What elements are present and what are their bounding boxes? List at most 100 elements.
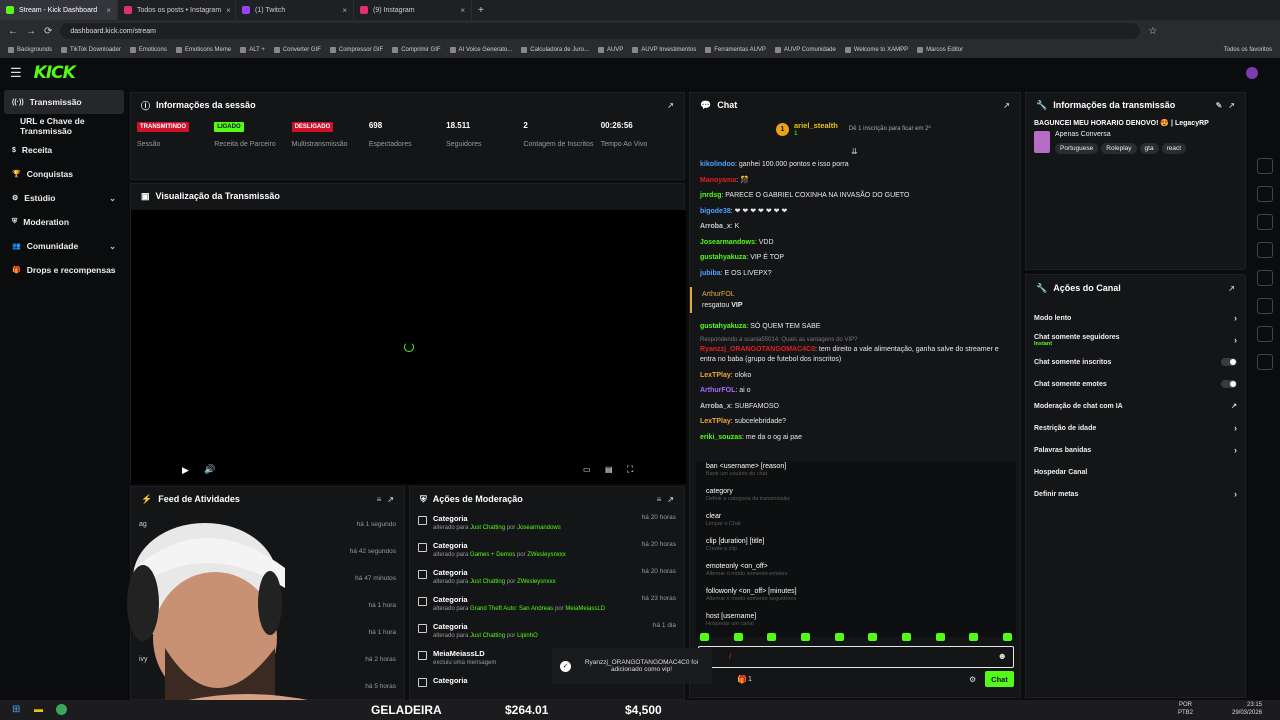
sidebar-item[interactable]: URL e Chave de Transmissão <box>0 114 128 138</box>
emote-icon[interactable] <box>868 633 878 641</box>
chat-username[interactable]: gustahyakuza <box>700 323 746 330</box>
chat-username[interactable]: LexTPlay <box>700 372 731 379</box>
chat-username[interactable]: bigode38 <box>700 208 731 215</box>
keyboard-layout[interactable]: POR PTB2 <box>1178 701 1193 717</box>
browser-tab[interactable]: Todos os posts • Instagram × <box>118 0 236 20</box>
chat-username[interactable]: Arroba_x <box>700 403 731 410</box>
chat-username[interactable]: jnrdsg <box>700 192 721 199</box>
chat-username[interactable]: kikolindoo <box>700 161 735 168</box>
chat-username[interactable]: ArthurFOL <box>700 387 735 394</box>
command-suggestion[interactable]: followonly <on_off> [minutes] Alternar o … <box>696 586 1016 611</box>
sidebar-item[interactable]: $ Receita <box>0 138 128 162</box>
bookmark-item[interactable]: Emoticons <box>129 47 167 53</box>
command-suggestion[interactable]: category Definir a categoria da transmiss… <box>696 486 1016 511</box>
sidebar-item[interactable]: 🏆 Conquistas <box>0 162 128 186</box>
emote-icon[interactable] <box>767 633 777 641</box>
chevron-down-icon[interactable]: ⌄ <box>109 194 116 203</box>
star-icon[interactable]: ☆ <box>1148 26 1157 37</box>
bolt-icon[interactable] <box>1257 186 1273 202</box>
bookmark-item[interactable]: Compressor GIF <box>329 47 383 53</box>
browser-tab[interactable]: Stream - Kick Dashboard × <box>0 0 118 20</box>
bookmark-item[interactable]: Backgrounds <box>8 47 52 53</box>
stream-tag[interactable]: react <box>1161 143 1187 154</box>
external-link-icon[interactable]: ↗ <box>387 495 394 504</box>
chrome-icon[interactable] <box>56 704 67 715</box>
bookmark-item[interactable]: Marcos Editor <box>917 47 963 53</box>
theater-icon[interactable]: ▤ <box>605 465 613 474</box>
chevron-down-icon[interactable]: ⌄ <box>109 242 116 251</box>
emote-icon[interactable] <box>834 633 844 641</box>
channel-action-item[interactable]: Palavras banidas › <box>1026 439 1245 461</box>
chat-username[interactable]: Arroba_x <box>700 223 731 230</box>
chevron-right-icon[interactable]: › <box>1234 335 1237 345</box>
scroll-down-icon[interactable]: ⇊ <box>851 147 858 156</box>
category-name[interactable]: Apenas Conversa <box>1055 131 1189 138</box>
stream-tag[interactable]: Roleplay <box>1101 143 1137 154</box>
url-input[interactable]: dashboard.kick.com/stream <box>60 23 1141 39</box>
channel-action-item[interactable]: Modo lento › <box>1026 307 1245 329</box>
emote-icon[interactable] <box>1002 633 1012 641</box>
external-link-icon[interactable]: ↗ <box>1231 402 1237 410</box>
target-icon[interactable] <box>1257 158 1273 174</box>
pinned-user[interactable]: ariel_stealth <box>794 121 838 130</box>
chat-username[interactable]: Ryanzzj_ORANGOTANGOMAC4C0 <box>700 346 815 353</box>
chat-input[interactable]: / ☻ <box>698 646 1014 668</box>
sidebar-item[interactable]: 👥 Comunidade ⌄ <box>0 234 128 258</box>
chat-username[interactable]: jubiba <box>700 270 721 277</box>
bookmark-item[interactable]: Welcome to XAMPP <box>844 47 908 53</box>
channel-action-item[interactable]: Chat somente inscritos <box>1026 351 1245 373</box>
kick-logo[interactable]: KICK <box>34 63 76 83</box>
file-icon[interactable] <box>1257 214 1273 230</box>
edit-icon[interactable]: ✎ <box>1216 101 1223 110</box>
browser-tab[interactable]: (9) Instagram × <box>354 0 472 20</box>
avatar[interactable] <box>1246 67 1258 79</box>
command-suggestion[interactable]: clip [duration] [title] Create a clip <box>696 536 1016 561</box>
bookmark-item[interactable]: AUVP <box>597 47 623 53</box>
sidebar-item[interactable]: ⚙ Estúdio ⌄ <box>0 186 128 210</box>
volume-icon[interactable]: 🔊 <box>204 464 215 475</box>
chat-username[interactable]: gustahyakuza <box>700 254 746 261</box>
fullscreen-icon[interactable]: ⛶ <box>627 464 633 475</box>
settings-icon[interactable]: ⚙ <box>969 675 976 684</box>
emote-icon[interactable] <box>800 633 810 641</box>
chat-username[interactable]: Josearmandows <box>700 239 755 246</box>
channel-action-item[interactable]: Hospedar Canal <box>1026 461 1245 483</box>
close-icon[interactable]: × <box>342 6 347 15</box>
command-suggestion[interactable]: emoteonly <on_off> Alternar o modo soment… <box>696 561 1016 586</box>
bookmark-item[interactable]: Ferramentas AUVP <box>705 47 766 53</box>
external-link-icon[interactable]: ↗ <box>1003 101 1010 110</box>
filter-icon[interactable]: ≡ <box>657 495 662 504</box>
bookmarks-folder[interactable]: Todos os favoritos <box>1224 47 1272 53</box>
close-icon[interactable]: × <box>106 6 111 15</box>
emote-icon[interactable] <box>935 633 945 641</box>
bookmark-item[interactable]: Comprimir GIF <box>392 47 441 53</box>
wrench-icon[interactable] <box>1257 326 1273 342</box>
pip-icon[interactable]: ▭ <box>583 465 591 474</box>
external-link-icon[interactable]: ↗ <box>1228 101 1235 110</box>
people-icon[interactable] <box>1257 354 1273 370</box>
external-link-icon[interactable]: ↗ <box>667 495 674 504</box>
forward-icon[interactable]: → <box>26 26 36 37</box>
filter-icon[interactable]: ≡ <box>377 495 382 504</box>
close-icon[interactable]: × <box>226 6 231 15</box>
command-suggestion[interactable]: clear Limpar o Chat <box>696 511 1016 536</box>
chat-username[interactable]: LexTPlay <box>700 418 731 425</box>
channel-action-item[interactable]: Moderação de chat com IA ↗ <box>1026 395 1245 417</box>
emote-icon[interactable] <box>700 633 709 641</box>
video-player[interactable]: ▶ 🔊 ▭ ▤ ⛶ <box>131 210 686 484</box>
bookmark-item[interactable]: TikTok Downloader <box>61 47 121 53</box>
stream-tag[interactable]: gta <box>1139 143 1159 154</box>
windows-start-icon[interactable]: ⊞ <box>12 704 20 715</box>
play-icon[interactable]: ▶ <box>182 465 189 476</box>
chevron-right-icon[interactable]: › <box>1234 489 1237 499</box>
bookmark-item[interactable]: AUVP Comunidade <box>774 47 836 53</box>
bookmark-item[interactable]: AUVP Investimentos <box>632 47 696 53</box>
browser-tab[interactable]: (1) Twitch × <box>236 0 354 20</box>
emoji-icon[interactable]: ☻ <box>998 651 1007 661</box>
channel-action-item[interactable]: Restrição de idade › <box>1026 417 1245 439</box>
bookmark-item[interactable]: Converter GIF <box>273 47 321 53</box>
reload-icon[interactable]: ⟳ <box>44 26 52 37</box>
sidebar-item[interactable]: 🎁 Drops e recompensas <box>0 258 128 282</box>
chat-username[interactable]: Manoyama <box>700 177 736 184</box>
back-icon[interactable]: ← <box>8 26 18 37</box>
